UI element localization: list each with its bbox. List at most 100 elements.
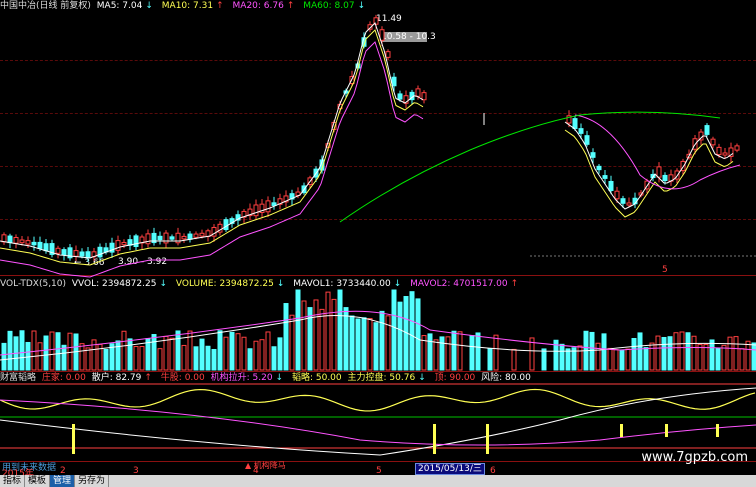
price-candle	[97, 246, 103, 258]
signal-bar	[433, 424, 436, 454]
volume-bar	[445, 336, 451, 371]
volume-bar	[79, 343, 85, 371]
volume-bar	[457, 331, 463, 371]
volume-bar	[31, 330, 37, 371]
volume-bar	[391, 289, 397, 371]
ma5-line	[0, 22, 424, 259]
volume-bar	[601, 333, 607, 371]
volume-bar	[469, 335, 475, 371]
price-candle	[385, 51, 391, 58]
volume-bar	[103, 349, 109, 371]
volume-bar	[667, 336, 673, 371]
volume-bar	[217, 330, 223, 371]
volume-bar	[127, 338, 133, 371]
volume-bar	[511, 348, 517, 371]
volume-bar	[301, 300, 307, 371]
signal-bar	[716, 424, 719, 437]
volume-bar	[121, 330, 127, 371]
price-candle	[223, 219, 229, 231]
volume-bar	[697, 343, 703, 371]
volume-bar	[661, 336, 667, 371]
tab-save-as[interactable]: 另存为	[75, 475, 110, 487]
price-candle	[578, 128, 584, 134]
volume-bar	[205, 345, 211, 371]
price-candle	[73, 250, 79, 257]
selected-date-box[interactable]: 2015/05/13/三	[415, 463, 485, 475]
price-candle	[716, 146, 722, 156]
volume-bar	[751, 342, 756, 371]
indicator-pink-line	[0, 399, 756, 446]
chart-canvas[interactable]	[0, 0, 756, 487]
volume-bar	[259, 339, 265, 371]
tab-indicator[interactable]: 指标	[0, 475, 26, 487]
price-candle	[55, 247, 61, 254]
volume-bar	[241, 336, 247, 371]
price-candle	[79, 251, 85, 257]
price-candle	[25, 240, 31, 245]
volume-bar	[739, 348, 745, 371]
price-candle	[596, 165, 602, 171]
price-candle	[1, 234, 7, 243]
volume-bar	[1, 342, 7, 371]
volume-bar	[193, 346, 199, 371]
volume-bar	[733, 336, 739, 371]
volume-bar	[253, 340, 259, 371]
price-candle	[115, 240, 121, 251]
volume-bar	[589, 331, 595, 371]
volume-bar	[607, 347, 613, 371]
volume-bar	[247, 348, 253, 371]
volume-bar	[577, 345, 583, 371]
volume-bar	[745, 340, 751, 371]
price-candle	[187, 233, 193, 240]
volume-bar	[337, 289, 343, 371]
volume-bar	[559, 343, 565, 371]
volume-bar	[151, 334, 157, 371]
volume-bar	[295, 289, 301, 371]
price-candle	[181, 235, 187, 240]
price-candle	[608, 180, 614, 192]
volume-bar	[61, 344, 67, 371]
price-candle	[602, 175, 608, 179]
volume-bar	[43, 335, 49, 371]
volume-bar	[211, 348, 217, 371]
price-candle	[421, 92, 427, 101]
price-candle	[193, 233, 199, 238]
price-candle	[620, 198, 626, 204]
volume-bar	[643, 347, 649, 371]
volume-bar	[49, 331, 55, 371]
price-candle	[199, 232, 205, 237]
volume-bar	[331, 298, 337, 371]
volume-bar	[307, 307, 313, 371]
volume-bar	[319, 308, 325, 371]
ma10-line	[564, 129, 734, 218]
volume-bar	[283, 303, 289, 371]
volume-bar	[595, 342, 601, 371]
volume-bar	[493, 334, 499, 371]
price-candle	[391, 76, 397, 87]
volume-bar	[721, 344, 727, 371]
tab-template[interactable]: 模板	[25, 475, 51, 487]
volume-bar	[709, 339, 715, 371]
volume-bar	[199, 338, 205, 371]
volume-bar	[277, 337, 283, 371]
volume-bar	[685, 332, 691, 371]
tab-manage[interactable]: 管理	[50, 475, 76, 487]
volume-bar	[565, 348, 571, 371]
price-candle	[121, 241, 127, 246]
price-candle	[397, 93, 403, 100]
price-candle	[7, 235, 13, 244]
ma20-line	[574, 114, 741, 190]
price-candle	[271, 202, 277, 206]
volume-bar	[397, 301, 403, 371]
volume-bar	[415, 298, 421, 371]
volume-bar	[631, 337, 637, 371]
volume-bar	[409, 291, 415, 371]
watermark-text: www.7gpzb.com	[641, 450, 748, 465]
volume-bar	[19, 330, 25, 371]
volume-bar	[679, 331, 685, 371]
volume-bar	[139, 346, 145, 371]
price-candle	[584, 135, 590, 145]
price-candle	[572, 118, 578, 130]
price-candle	[614, 190, 620, 200]
ma60-line	[339, 111, 721, 223]
